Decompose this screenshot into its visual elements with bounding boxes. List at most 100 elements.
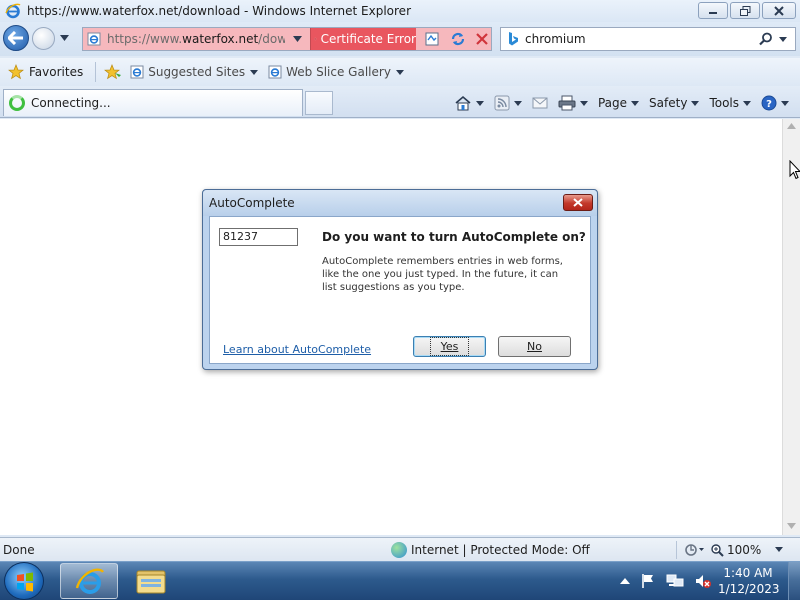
read-mail-button[interactable]: [529, 96, 551, 110]
status-bar: Done Internet | Protected Mode: Off 100%: [0, 537, 800, 561]
refresh-icon[interactable]: [449, 31, 467, 47]
back-arrow-icon: [8, 31, 23, 45]
security-zone[interactable]: Internet | Protected Mode: Off: [391, 541, 590, 558]
favorites-star-icon: [8, 64, 24, 80]
minimize-icon: [709, 11, 717, 14]
dialog-title: AutoComplete: [209, 196, 295, 210]
url-dropdown-icon[interactable]: [293, 36, 302, 42]
tab-current[interactable]: Connecting...: [3, 89, 303, 116]
show-hidden-icons-icon[interactable]: [620, 577, 630, 585]
favorites-separator: [95, 62, 97, 82]
yes-button-label: Yes: [429, 337, 470, 356]
suggested-sites-link[interactable]: Suggested Sites: [130, 65, 259, 79]
ie-logo-icon: [5, 3, 21, 19]
clock-date: 1/12/2023: [718, 582, 780, 596]
autocomplete-dialog: AutoComplete 81237 Do you want to turn A…: [202, 189, 598, 370]
address-bar[interactable]: https://www.waterfox.net/downlo Certific…: [82, 27, 492, 51]
restore-button[interactable]: [730, 2, 760, 19]
home-icon: [455, 95, 471, 111]
zoom-control[interactable]: 100%: [710, 543, 784, 557]
favorites-label: Favorites: [29, 65, 84, 79]
show-desktop-button[interactable]: [788, 562, 800, 600]
search-options-dropdown-icon[interactable]: [779, 36, 787, 42]
clock-time: 1:40 AM: [723, 566, 773, 580]
print-button[interactable]: [555, 95, 591, 111]
folder-icon: [136, 570, 166, 594]
dialog-question: Do you want to turn AutoComplete on?: [322, 230, 586, 244]
tools-menu-label: Tools: [709, 96, 739, 110]
close-button[interactable]: [762, 2, 796, 19]
rss-feed-icon: [494, 95, 510, 111]
page-menu-button[interactable]: Page: [595, 96, 642, 110]
tools-menu-button[interactable]: Tools: [706, 96, 754, 110]
certificate-error-icon: [314, 37, 317, 41]
safety-menu-button[interactable]: Safety: [646, 96, 702, 110]
stop-icon[interactable]: [473, 31, 491, 47]
chevron-down-icon: [250, 69, 259, 75]
dialog-close-button[interactable]: [563, 194, 593, 211]
forward-button[interactable]: [32, 27, 55, 50]
taskbar-windows-explorer[interactable]: [122, 563, 180, 599]
loading-spinner-icon: [9, 95, 25, 111]
window-controls: [698, 2, 796, 19]
search-icon[interactable]: [759, 32, 773, 46]
add-to-favorites-bar-icon[interactable]: [104, 64, 122, 80]
favorites-bar: Favorites Suggested Sites Web Slice Gall…: [0, 58, 800, 86]
url-text[interactable]: https://www.waterfox.net/downlo: [107, 32, 285, 46]
taskbar-clock[interactable]: 1:40 AM 1/12/2023: [718, 565, 780, 597]
home-button[interactable]: [451, 95, 487, 111]
web-slice-gallery-label: Web Slice Gallery: [286, 65, 391, 79]
svg-text:?: ?: [766, 99, 772, 110]
vertical-scrollbar[interactable]: [782, 119, 800, 535]
suggested-sites-label: Suggested Sites: [148, 65, 246, 79]
internet-explorer-icon: [75, 568, 104, 594]
learn-about-autocomplete-link[interactable]: Learn about AutoComplete: [223, 343, 371, 356]
taskbar: 1:40 AM 1/12/2023: [0, 561, 800, 600]
page-menu-label: Page: [597, 96, 628, 110]
no-button[interactable]: No: [498, 336, 571, 357]
print-icon: [558, 95, 576, 111]
chevron-down-icon: [775, 547, 784, 552]
popup-blocker-icon[interactable]: [683, 542, 705, 558]
taskbar-internet-explorer[interactable]: [60, 563, 118, 599]
dialog-body: 81237 Do you want to turn AutoComplete o…: [209, 216, 591, 364]
close-icon: [573, 198, 583, 207]
new-tab-button[interactable]: [305, 91, 333, 115]
search-input[interactable]: [525, 32, 755, 46]
dialog-title-bar: AutoComplete: [203, 190, 597, 216]
recent-pages-dropdown-icon[interactable]: [60, 35, 69, 41]
chevron-down-icon: [691, 100, 700, 106]
command-bar: Page Safety Tools ?: [451, 91, 792, 115]
feeds-button[interactable]: [491, 95, 525, 111]
chevron-down-icon: [395, 69, 404, 75]
restore-icon: [739, 5, 750, 16]
chevron-down-icon: [475, 100, 484, 106]
volume-muted-icon[interactable]: [694, 573, 712, 589]
favorites-button[interactable]: Favorites: [8, 64, 83, 80]
notification-area: [620, 562, 712, 600]
mouse-cursor-icon: [789, 160, 800, 180]
network-icon[interactable]: [666, 573, 684, 589]
certificate-error-button[interactable]: Certificate Error: [310, 28, 416, 50]
scroll-up-arrow-icon[interactable]: [787, 123, 796, 129]
minimize-button[interactable]: [698, 2, 728, 19]
compatibility-view-icon[interactable]: [423, 31, 441, 47]
windows-logo-icon: [17, 572, 33, 592]
start-button[interactable]: [4, 562, 44, 600]
scroll-down-arrow-icon[interactable]: [787, 523, 796, 529]
close-icon: [774, 5, 784, 16]
action-center-flag-icon[interactable]: [640, 573, 656, 589]
ie-page-icon: [130, 65, 144, 79]
chevron-down-icon: [579, 100, 588, 106]
no-button-label: No: [527, 340, 542, 353]
web-slice-gallery-link[interactable]: Web Slice Gallery: [268, 65, 404, 79]
yes-button[interactable]: Yes: [413, 336, 486, 357]
chevron-down-icon: [513, 100, 522, 106]
tab-row: Connecting... Page Safety Tools ?: [0, 86, 800, 118]
search-box[interactable]: [500, 27, 796, 51]
chevron-down-icon: [781, 100, 789, 106]
chevron-down-icon: [631, 100, 640, 106]
help-button[interactable]: ?: [758, 95, 792, 111]
tab-label: Connecting...: [31, 96, 111, 110]
back-button[interactable]: [3, 25, 29, 51]
